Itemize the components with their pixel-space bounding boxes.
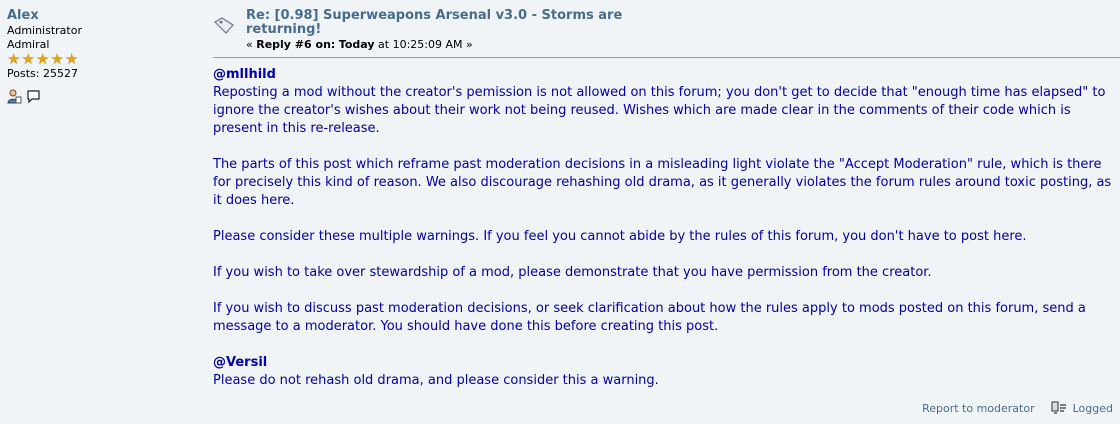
reply-label: Reply #6 on: <box>256 38 336 51</box>
paragraph-1: Reposting a mod without the creator's pe… <box>213 85 1106 136</box>
star-icon: ★ <box>7 50 21 68</box>
rank-stars: ★ ★ ★ ★ ★ <box>7 52 197 67</box>
xx-icon <box>213 16 235 36</box>
post-body: @mllhild Reposting a mod without the cre… <box>213 66 1120 390</box>
paragraph-5: If you wish to discuss past moderation d… <box>213 301 1086 334</box>
paragraph-4: If you wish to take over stewardship of … <box>213 265 932 280</box>
paragraph-6: Please do not rehash old drama, and plea… <box>213 373 659 388</box>
logged-label: Logged <box>1072 401 1113 415</box>
paragraph-3: Please consider these multiple warnings.… <box>213 229 1027 244</box>
poster-info: Alex Administrator Admiral ★ ★ ★ ★ ★ Pos… <box>7 8 197 104</box>
mention-mllhild: @mllhild <box>213 67 276 82</box>
logged-ip-icon <box>1051 401 1067 415</box>
reply-day: Today <box>338 38 375 51</box>
star-icon: ★ <box>35 50 50 68</box>
message-icon[interactable] <box>26 89 41 104</box>
profile-icon[interactable] <box>7 89 22 104</box>
star-icon: ★ <box>50 50 64 68</box>
reply-info: « Reply #6 on: Today at 10:25:09 AM » <box>246 38 473 52</box>
mention-versil: @Versil <box>213 355 268 370</box>
reply-time: at 10:25:09 AM » <box>378 38 473 51</box>
poster-name-link[interactable]: Alex <box>7 8 197 24</box>
star-icon: ★ <box>64 50 79 68</box>
paragraph-2: The parts of this post which reframe pas… <box>213 157 1112 208</box>
reply-prefix: « <box>246 38 257 51</box>
star-icon: ★ <box>21 50 35 68</box>
post-footer: Report to moderator Logged <box>922 401 1113 415</box>
poster-actions <box>7 89 197 104</box>
post-subject-link[interactable]: Re: [0.98] Superweapons Arsenal v3.0 - S… <box>246 9 656 37</box>
poster-post-count: Posts: 25527 <box>7 67 78 80</box>
report-to-moderator-link[interactable]: Report to moderator <box>922 402 1035 415</box>
post-divider <box>213 57 1120 58</box>
poster-group: Administrator <box>7 24 82 37</box>
